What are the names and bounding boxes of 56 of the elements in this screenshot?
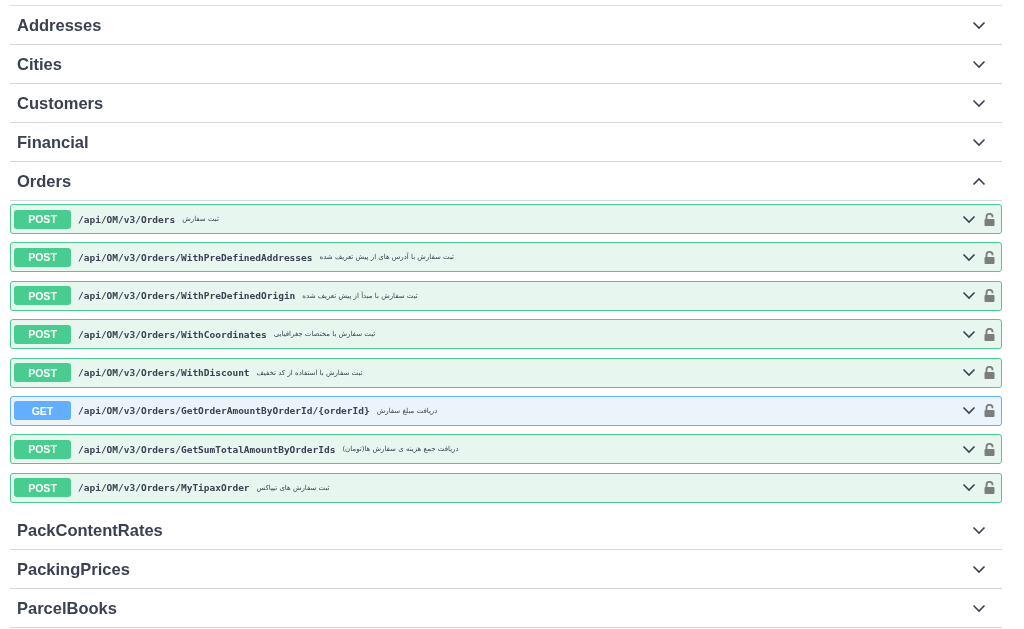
- chevron-down-icon[interactable]: [962, 252, 976, 262]
- section-title: Customers: [17, 93, 105, 113]
- section-title: Financial: [17, 132, 90, 152]
- chevron-down-icon[interactable]: [972, 603, 986, 613]
- section-header[interactable]: Orders: [10, 162, 1002, 201]
- section-header[interactable]: Addresses: [10, 6, 1002, 45]
- method-badge: POST: [14, 286, 71, 306]
- endpoint-path: /api/OM/v3/Orders/WithCoordinates: [78, 328, 267, 340]
- chevron-down-icon[interactable]: [972, 564, 986, 574]
- method-badge: POST: [14, 324, 71, 344]
- endpoint-path: /api/OM/v3/Orders/GetOrderAmountByOrderId/{orderId}: [78, 405, 370, 417]
- lock-icon[interactable]: [984, 250, 995, 264]
- method-badge: POST: [14, 209, 71, 229]
- chevron-down-icon[interactable]: [972, 98, 986, 108]
- method-badge: POST: [14, 439, 71, 459]
- section-header[interactable]: PackingPrices: [10, 550, 1002, 590]
- method-badge: POST: [14, 363, 71, 383]
- section-title: PackContentRates: [17, 520, 164, 540]
- endpoint-path: /api/OM/v3/Orders/GetSumTotalAmountByOrderIds: [78, 443, 336, 455]
- section-header[interactable]: PackContentRates: [10, 511, 1002, 551]
- chevron-down-icon[interactable]: [962, 483, 976, 493]
- chevron-down-icon[interactable]: [962, 214, 976, 224]
- chevron-down-icon[interactable]: [972, 59, 986, 69]
- lock-icon[interactable]: [984, 404, 995, 418]
- endpoint-path: /api/OM/v3/Orders/WithPreDefinedAddresses: [78, 251, 313, 263]
- method-badge: POST: [14, 478, 71, 498]
- endpoint-path: /api/OM/v3/Orders: [78, 213, 176, 225]
- chevron-down-icon[interactable]: [962, 291, 976, 301]
- section-header[interactable]: Cities: [10, 45, 1002, 84]
- chevron-down-icon[interactable]: [972, 20, 986, 30]
- lock-icon[interactable]: [984, 442, 995, 456]
- section-title: ParcelBooks: [17, 598, 118, 618]
- lock-icon[interactable]: [984, 327, 995, 341]
- lock-icon[interactable]: [984, 212, 995, 226]
- section-header[interactable]: Financial: [10, 123, 1002, 162]
- endpoint-path: /api/OM/v3/Orders/MyTipaxOrder: [78, 482, 250, 494]
- chevron-down-icon[interactable]: [962, 368, 976, 378]
- section-header[interactable]: ParcelBooks: [10, 589, 1002, 629]
- endpoint-path: /api/OM/v3/Orders/WithPreDefinedOrigin: [78, 290, 296, 302]
- chevron-up-icon[interactable]: [972, 176, 986, 186]
- chevron-down-icon[interactable]: [962, 329, 976, 339]
- section-title: Cities: [17, 54, 63, 74]
- chevron-down-icon[interactable]: [972, 137, 986, 147]
- chevron-down-icon[interactable]: [962, 444, 976, 454]
- lock-icon[interactable]: [984, 481, 995, 495]
- section-title: Orders: [17, 171, 73, 191]
- section-header[interactable]: Customers: [10, 84, 1002, 123]
- section-title: PackingPrices: [17, 559, 131, 579]
- chevron-down-icon[interactable]: [962, 406, 976, 416]
- chevron-down-icon[interactable]: [972, 525, 986, 535]
- method-badge: POST: [14, 247, 71, 267]
- section-title: Addresses: [17, 15, 103, 35]
- lock-icon[interactable]: [984, 366, 995, 380]
- endpoint-path: /api/OM/v3/Orders/WithDiscount: [78, 367, 250, 379]
- lock-icon[interactable]: [984, 289, 995, 303]
- method-badge: GET: [14, 401, 71, 421]
